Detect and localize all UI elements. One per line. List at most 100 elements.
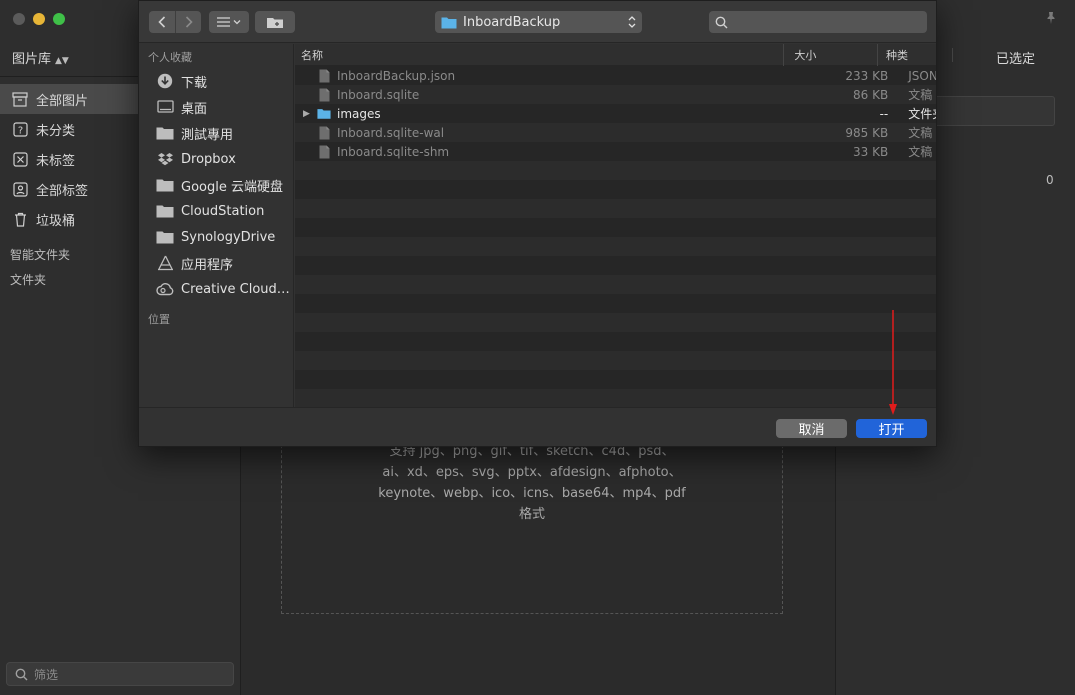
forward-button[interactable] xyxy=(175,11,201,33)
updown-chevron-icon xyxy=(628,16,636,28)
empty-row xyxy=(295,370,936,389)
search-input[interactable] xyxy=(732,15,912,29)
folder-icon xyxy=(156,177,174,193)
file-row[interactable]: Inboard.sqlite 86 KB 文稿 xyxy=(295,85,936,104)
drop-hint-line: keynote、webp、ico、icns、base64、mp4、pdf xyxy=(378,486,686,501)
selected-count: 0 xyxy=(1046,173,1054,187)
pin-icon[interactable] xyxy=(1044,11,1058,25)
nav-item-label: 未分类 xyxy=(36,123,76,139)
new-folder-button[interactable] xyxy=(255,11,295,33)
filter-input[interactable]: 筛选 xyxy=(6,662,234,686)
cancel-button[interactable]: 取消 xyxy=(776,419,847,438)
download-icon xyxy=(156,73,174,89)
drop-hint: 支持 jpg、png、gif、tif、sketch、c4d、psd、 ai、xd、… xyxy=(281,441,783,525)
list-view-icon xyxy=(217,17,241,27)
location-label: InboardBackup xyxy=(463,14,561,30)
filter-placeholder: 筛选 xyxy=(34,667,59,682)
empty-row xyxy=(295,275,936,294)
sidebar-item-label: Google 云端硬盘 xyxy=(181,179,283,195)
file-icon xyxy=(317,126,331,140)
sidebar-item[interactable]: 应用程序 xyxy=(139,250,293,276)
nav-item-label: 未标签 xyxy=(36,153,76,169)
search-icon xyxy=(15,668,28,680)
sidebar-item-label: Creative Cloud… xyxy=(181,281,290,297)
file-size: 233 KB xyxy=(845,68,889,83)
tab-selected[interactable]: 已选定 xyxy=(996,48,1035,67)
sidebar-item[interactable]: Dropbox xyxy=(139,146,293,172)
favorites-list: 下载桌面測試專用 Dropbox Google 云端硬盘 CloudStation Sy… xyxy=(139,68,293,302)
file-size: 86 KB xyxy=(853,87,889,102)
column-header-kind[interactable]: 种类 xyxy=(878,44,936,66)
sidebar-item[interactable]: CloudStation xyxy=(139,198,293,224)
dialog-search-field[interactable] xyxy=(709,11,927,33)
file-row[interactable]: ▶ images -- 文件夹 xyxy=(295,104,936,123)
sidebar-item-label: SynologyDrive xyxy=(181,229,276,245)
minimize-window-button[interactable] xyxy=(33,13,45,25)
back-forward-control xyxy=(149,11,201,33)
column-header-size[interactable]: 大小 xyxy=(784,44,879,66)
view-mode-button[interactable] xyxy=(209,11,249,33)
file-row[interactable]: Inboard.sqlite-shm 33 KB 文稿 xyxy=(295,142,936,161)
trash-icon xyxy=(12,211,28,227)
sidebar-item-label: 桌面 xyxy=(181,101,208,117)
file-kind: 文件夹 xyxy=(908,107,936,121)
file-list: 名称 大小 种类 InboardBackup.json 233 KB JSON Inb… xyxy=(295,44,936,407)
file-row[interactable]: InboardBackup.json 233 KB JSON xyxy=(295,66,936,85)
sidebar-item-label: CloudStation xyxy=(181,203,265,219)
sidebar-item[interactable]: Google 云端硬盘 xyxy=(139,172,293,198)
empty-row xyxy=(295,199,936,218)
file-name: InboardBackup.json xyxy=(337,68,456,83)
sidebar-item[interactable]: 下载 xyxy=(139,68,293,94)
library-selector[interactable]: 图片库 ▲▼ xyxy=(12,48,69,67)
empty-row xyxy=(295,218,936,237)
sidebar-item[interactable]: Creative Cloud… xyxy=(139,276,293,302)
open-button[interactable]: 打开 xyxy=(856,419,927,438)
file-name-cell: Inboard.sqlite xyxy=(295,88,800,102)
empty-row xyxy=(295,256,936,275)
zoom-window-button[interactable] xyxy=(53,13,65,25)
file-kind: JSON xyxy=(908,68,936,83)
folder-icon xyxy=(156,229,174,245)
sidebar-item[interactable]: 桌面 xyxy=(139,94,293,120)
empty-row xyxy=(295,389,936,407)
file-icon xyxy=(317,88,331,102)
sidebar-item[interactable]: 測試專用 xyxy=(139,120,293,146)
dialog-toolbar: InboardBackup xyxy=(139,1,936,43)
svg-text:?: ? xyxy=(17,125,22,136)
tab-divider xyxy=(952,48,953,62)
archive-icon xyxy=(12,91,28,107)
tag-icon xyxy=(12,181,28,197)
close-window-button[interactable] xyxy=(13,13,25,25)
folders-heading: 文件夹 xyxy=(10,273,47,287)
back-button[interactable] xyxy=(149,11,175,33)
file-list-header: 名称 大小 种类 xyxy=(295,44,936,66)
file-name-cell: InboardBackup.json xyxy=(295,69,800,83)
file-kind: 文稿 xyxy=(908,126,933,140)
nav-item-label: 全部图片 xyxy=(36,93,89,109)
new-folder-icon xyxy=(267,17,283,28)
folder-icon xyxy=(156,125,174,141)
file-size: 33 KB xyxy=(853,144,889,159)
folder-icon xyxy=(317,107,331,121)
smart-folders-heading: 智能文件夹 xyxy=(10,248,71,262)
search-icon xyxy=(715,16,728,28)
drop-hint-line: 格式 xyxy=(518,507,545,522)
column-header-name[interactable]: 名称 xyxy=(295,44,785,66)
empty-row xyxy=(295,351,936,370)
disclosure-triangle-icon[interactable]: ▶ xyxy=(303,109,317,119)
dialog-footer: 取消 打开 xyxy=(139,407,936,446)
empty-row xyxy=(295,237,936,256)
file-kind: 文稿 xyxy=(908,145,933,159)
empty-row xyxy=(295,313,936,332)
question-box-icon: ? xyxy=(12,121,28,137)
sidebar-item[interactable]: SynologyDrive xyxy=(139,224,293,250)
file-name: Inboard.sqlite xyxy=(337,87,420,102)
location-popup[interactable]: InboardBackup xyxy=(435,11,642,33)
empty-row xyxy=(295,180,936,199)
sidebar-item-label: 应用程序 xyxy=(181,257,234,273)
file-kind: 文稿 xyxy=(908,88,933,102)
file-row[interactable]: Inboard.sqlite-wal 985 KB 文稿 xyxy=(295,123,936,142)
folder-icon xyxy=(441,17,457,28)
inspector-field[interactable] xyxy=(930,96,1055,126)
locations-heading: 位置 xyxy=(148,313,170,326)
